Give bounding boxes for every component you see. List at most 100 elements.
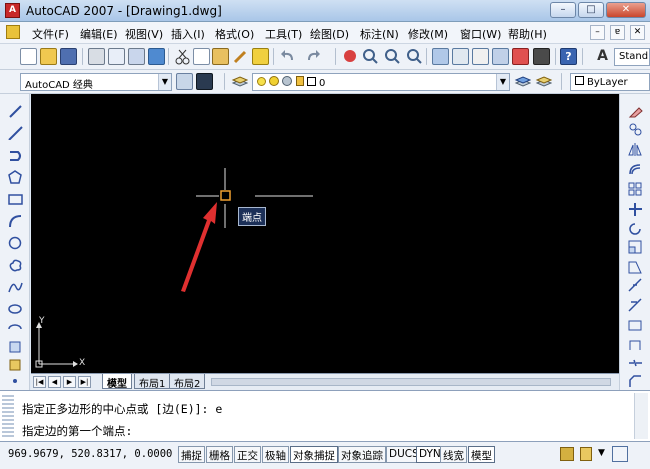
menu-draw[interactable]: 绘图(D)	[310, 26, 349, 42]
rectangle-icon[interactable]	[8, 192, 23, 206]
next-tab-icon[interactable]: ▶	[63, 376, 76, 388]
mdi-close-button[interactable]: ✕	[630, 25, 645, 40]
model-toggle[interactable]: 模型	[468, 446, 495, 463]
osnap-toggle[interactable]: 对象捕捉	[290, 446, 338, 463]
menu-modify[interactable]: 修改(M)	[408, 26, 448, 42]
circle-icon[interactable]	[8, 236, 23, 250]
text-style-combo[interactable]: Stand	[614, 48, 650, 66]
zoom-previous-icon[interactable]	[406, 48, 423, 65]
document-icon[interactable]	[6, 25, 20, 39]
scale-icon[interactable]	[628, 240, 643, 254]
stretch-icon[interactable]	[628, 260, 643, 274]
arc-icon[interactable]	[8, 214, 23, 228]
undo-icon[interactable]	[279, 48, 296, 65]
zoom-realtime-icon[interactable]	[362, 48, 379, 65]
menu-insert[interactable]: 插入(I)	[171, 26, 205, 42]
horizontal-scrollbar[interactable]	[211, 378, 611, 386]
tab-model[interactable]: 模型	[102, 374, 132, 390]
make-block-icon[interactable]	[8, 358, 23, 372]
otrack-toggle[interactable]: 对象追踪	[338, 446, 386, 463]
array-icon[interactable]	[628, 182, 643, 196]
menu-file[interactable]: 文件(F)	[32, 26, 69, 42]
break-icon[interactable]	[628, 338, 643, 352]
ellipse-arc-icon[interactable]	[8, 322, 23, 336]
break-at-point-icon[interactable]	[628, 318, 643, 332]
minimize-button[interactable]: –	[550, 2, 576, 18]
line-icon[interactable]	[8, 104, 23, 118]
design-center-icon[interactable]	[452, 48, 469, 65]
trim-icon[interactable]	[628, 278, 643, 292]
paste-icon[interactable]	[212, 48, 229, 65]
block-editor-icon[interactable]	[252, 48, 269, 65]
sheet-set-icon[interactable]	[492, 48, 509, 65]
save-workspace-icon[interactable]	[196, 73, 213, 90]
clean-screen-icon[interactable]	[612, 446, 628, 462]
open-icon[interactable]	[40, 48, 57, 65]
grid-toggle[interactable]: 栅格	[206, 446, 233, 463]
help-icon[interactable]: ?	[560, 48, 577, 65]
save-icon[interactable]	[60, 48, 77, 65]
chevron-down-icon[interactable]: ▼	[158, 74, 171, 90]
publish-icon[interactable]	[128, 48, 145, 65]
spline-icon[interactable]	[8, 280, 23, 294]
status-menu-chevron-icon[interactable]: ▼	[598, 448, 605, 458]
make-object-layer-current-icon[interactable]	[514, 73, 532, 90]
polar-toggle[interactable]: 极轴	[262, 446, 289, 463]
point-icon[interactable]	[8, 375, 23, 387]
polygon-icon[interactable]	[8, 170, 23, 184]
freeze-sun-icon[interactable]	[269, 76, 280, 86]
ellipse-icon[interactable]	[8, 302, 23, 316]
join-icon[interactable]	[628, 356, 643, 370]
mdi-restore-button[interactable]: ɐ	[610, 25, 625, 40]
cut-icon[interactable]	[174, 48, 191, 65]
match-properties-icon[interactable]	[232, 48, 249, 65]
drawing-area[interactable]: 端点 Y X	[31, 94, 619, 373]
layer-on-icon[interactable]	[257, 77, 266, 86]
workspace-combo[interactable]: AutoCAD 经典 ▼	[20, 73, 172, 91]
last-tab-icon[interactable]: ▶|	[78, 376, 91, 388]
zoom-window-icon[interactable]	[384, 48, 401, 65]
command-window[interactable]: 指定正多边形的中心点或 [边(E)]: e 指定边的第一个端点:	[0, 390, 650, 442]
rotate-icon[interactable]	[628, 222, 643, 236]
copy-icon[interactable]	[193, 48, 210, 65]
extend-icon[interactable]	[628, 298, 643, 312]
command-prompt-line[interactable]: 指定边的第一个端点:	[22, 423, 132, 439]
calculator-icon[interactable]	[533, 48, 550, 65]
previous-tab-icon[interactable]: ◀	[48, 376, 61, 388]
menu-dimension[interactable]: 标注(N)	[360, 26, 399, 42]
pan-icon[interactable]	[342, 48, 359, 65]
offset-icon[interactable]	[628, 162, 643, 176]
plot-preview-icon[interactable]	[108, 48, 125, 65]
lineweight-toggle[interactable]: 线宽	[440, 446, 467, 463]
color-combo[interactable]: ByLayer	[570, 73, 650, 91]
workspace-settings-icon[interactable]	[176, 73, 193, 90]
toolbar-lock-icon[interactable]	[580, 447, 592, 461]
tab-layout1[interactable]: 布局1	[134, 374, 171, 390]
menu-help[interactable]: 帮助(H)	[508, 26, 547, 42]
print-icon[interactable]	[88, 48, 105, 65]
menu-view[interactable]: 视图(V)	[125, 26, 163, 42]
chevron-down-icon[interactable]: ▼	[496, 74, 509, 90]
properties-icon[interactable]	[432, 48, 449, 65]
tab-layout2[interactable]: 布局2	[169, 374, 206, 390]
move-icon[interactable]	[628, 202, 643, 216]
redo-icon[interactable]	[305, 48, 322, 65]
new-icon[interactable]	[20, 48, 37, 65]
viewport-freeze-icon[interactable]	[282, 76, 293, 86]
communication-center-icon[interactable]	[560, 447, 574, 461]
polyline-icon[interactable]	[8, 148, 23, 162]
menu-edit[interactable]: 编辑(E)	[80, 26, 118, 42]
maximize-button[interactable]: □	[578, 2, 604, 18]
layer-properties-icon[interactable]	[231, 73, 249, 90]
erase-icon[interactable]	[628, 104, 643, 118]
lock-icon[interactable]	[295, 76, 304, 86]
ortho-toggle[interactable]: 正交	[234, 446, 261, 463]
insert-block-icon[interactable]	[8, 340, 23, 354]
layer-combo[interactable]: 0 ▼	[252, 73, 510, 91]
copy-object-icon[interactable]	[628, 122, 643, 136]
mdi-minimize-button[interactable]: –	[590, 25, 605, 40]
menu-format[interactable]: 格式(O)	[215, 26, 254, 42]
autocad-app-icon[interactable]: A	[5, 3, 20, 18]
layer-previous-icon[interactable]	[535, 73, 553, 90]
snap-toggle[interactable]: 捕捉	[178, 446, 205, 463]
